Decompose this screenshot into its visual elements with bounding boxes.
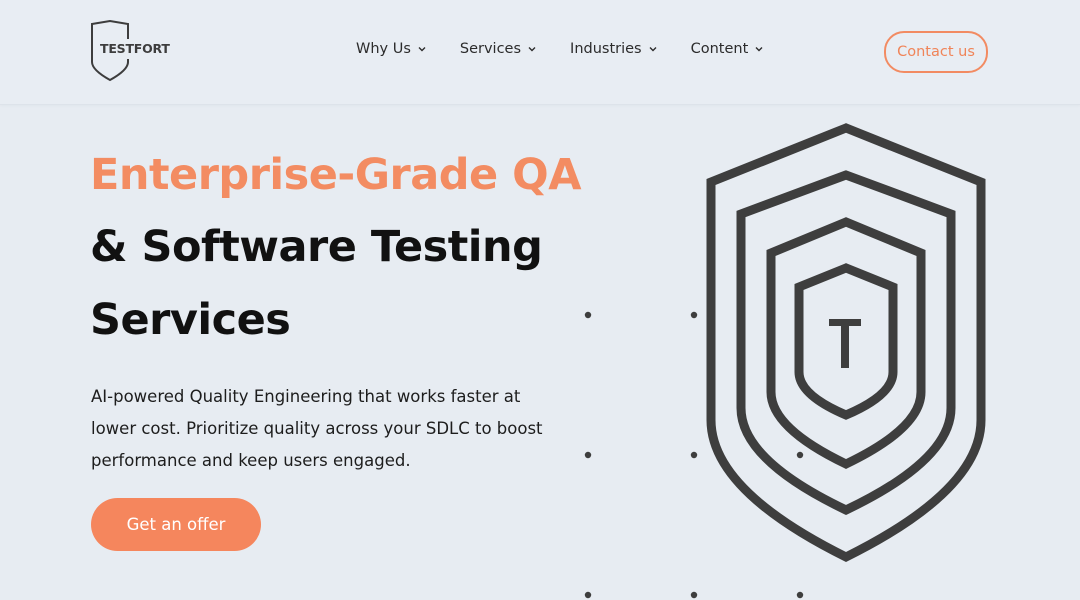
nav-item-services[interactable]: Services (460, 41, 537, 57)
hero-description: AI-powered Quality Engineering that work… (91, 387, 543, 470)
logo-text: TESTFORT (100, 41, 170, 56)
chevron-down-icon (528, 47, 536, 52)
nav-item-label: Industries (570, 41, 642, 57)
nav-item-content[interactable]: Content (691, 41, 765, 57)
chevron-down-icon (649, 47, 657, 52)
nav-item-industries[interactable]: Industries (570, 41, 658, 57)
chevron-down-icon (755, 47, 763, 52)
nav-item-label: Why Us (356, 41, 411, 57)
nested-shield-illustration (584, 123, 986, 599)
main-nav: Why Us Services Industries Content (356, 41, 764, 57)
chevron-down-icon (418, 47, 426, 52)
contact-us-button[interactable]: Contact us (884, 31, 988, 73)
nav-item-label: Content (690, 41, 749, 57)
page: TESTFORT Why Us Services Industries Cont… (0, 0, 1080, 600)
site-header: TESTFORT Why Us Services Industries Cont… (0, 0, 1080, 105)
get-an-offer-button[interactable]: Get an offer (91, 498, 261, 551)
shield-letter-t (829, 319, 861, 368)
nav-item-why-us[interactable]: Why Us (356, 41, 427, 57)
testfort-logo[interactable]: TESTFORT (90, 20, 170, 84)
hero-title-accent: Enterprise-Grade QA (90, 150, 582, 200)
hero-title-line-3: Services (90, 295, 291, 345)
hero-title-line-2: & Software Testing (90, 222, 543, 272)
nav-item-label: Services (459, 41, 522, 57)
